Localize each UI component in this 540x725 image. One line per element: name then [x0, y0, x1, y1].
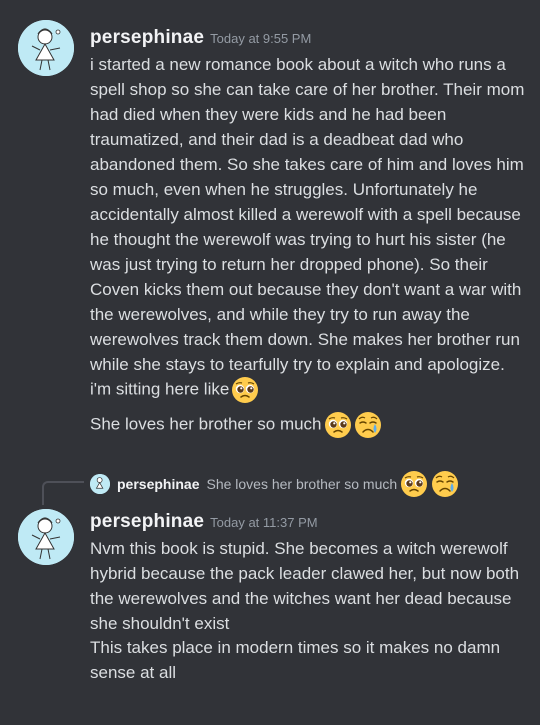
crying-face-icon — [431, 470, 459, 498]
avatar-illustration-icon — [18, 20, 74, 76]
timestamp: Today at 11:37 PM — [210, 515, 318, 530]
reply-text[interactable]: She loves her brother so much — [206, 476, 397, 492]
avatar-illustration-icon — [90, 474, 110, 494]
message-header: persephinae Today at 9:55 PM — [90, 27, 311, 49]
pleading-face-icon — [231, 376, 259, 404]
message-followup-2: She loves her brother so much — [90, 411, 382, 439]
username[interactable]: persephinae — [90, 511, 204, 532]
avatar[interactable] — [18, 20, 74, 76]
message-text: Nvm this book is stupid. She becomes a w… — [90, 539, 520, 633]
avatar-illustration-icon — [18, 509, 74, 565]
pleading-face-icon — [324, 411, 352, 439]
message-followup-1: i'm sitting here like — [90, 376, 259, 404]
crying-face-icon — [354, 411, 382, 439]
pleading-face-icon — [400, 470, 428, 498]
message-text: i'm sitting here like — [90, 379, 230, 399]
reply-avatar — [90, 474, 110, 494]
reply-username[interactable]: persephinae — [117, 476, 199, 492]
avatar[interactable] — [18, 509, 74, 565]
message-text: i started a new romance book about a wit… — [90, 55, 525, 374]
message-followup: This takes place in modern times so it m… — [90, 638, 501, 682]
timestamp: Today at 9:55 PM — [210, 31, 312, 46]
message-header: persephinae Today at 11:37 PM — [90, 511, 318, 533]
username[interactable]: persephinae — [90, 27, 204, 48]
reply-preview[interactable]: persephinae She loves her brother so muc… — [90, 469, 459, 499]
reply-connector — [42, 481, 84, 505]
message-text: She loves her brother so much — [90, 414, 322, 434]
